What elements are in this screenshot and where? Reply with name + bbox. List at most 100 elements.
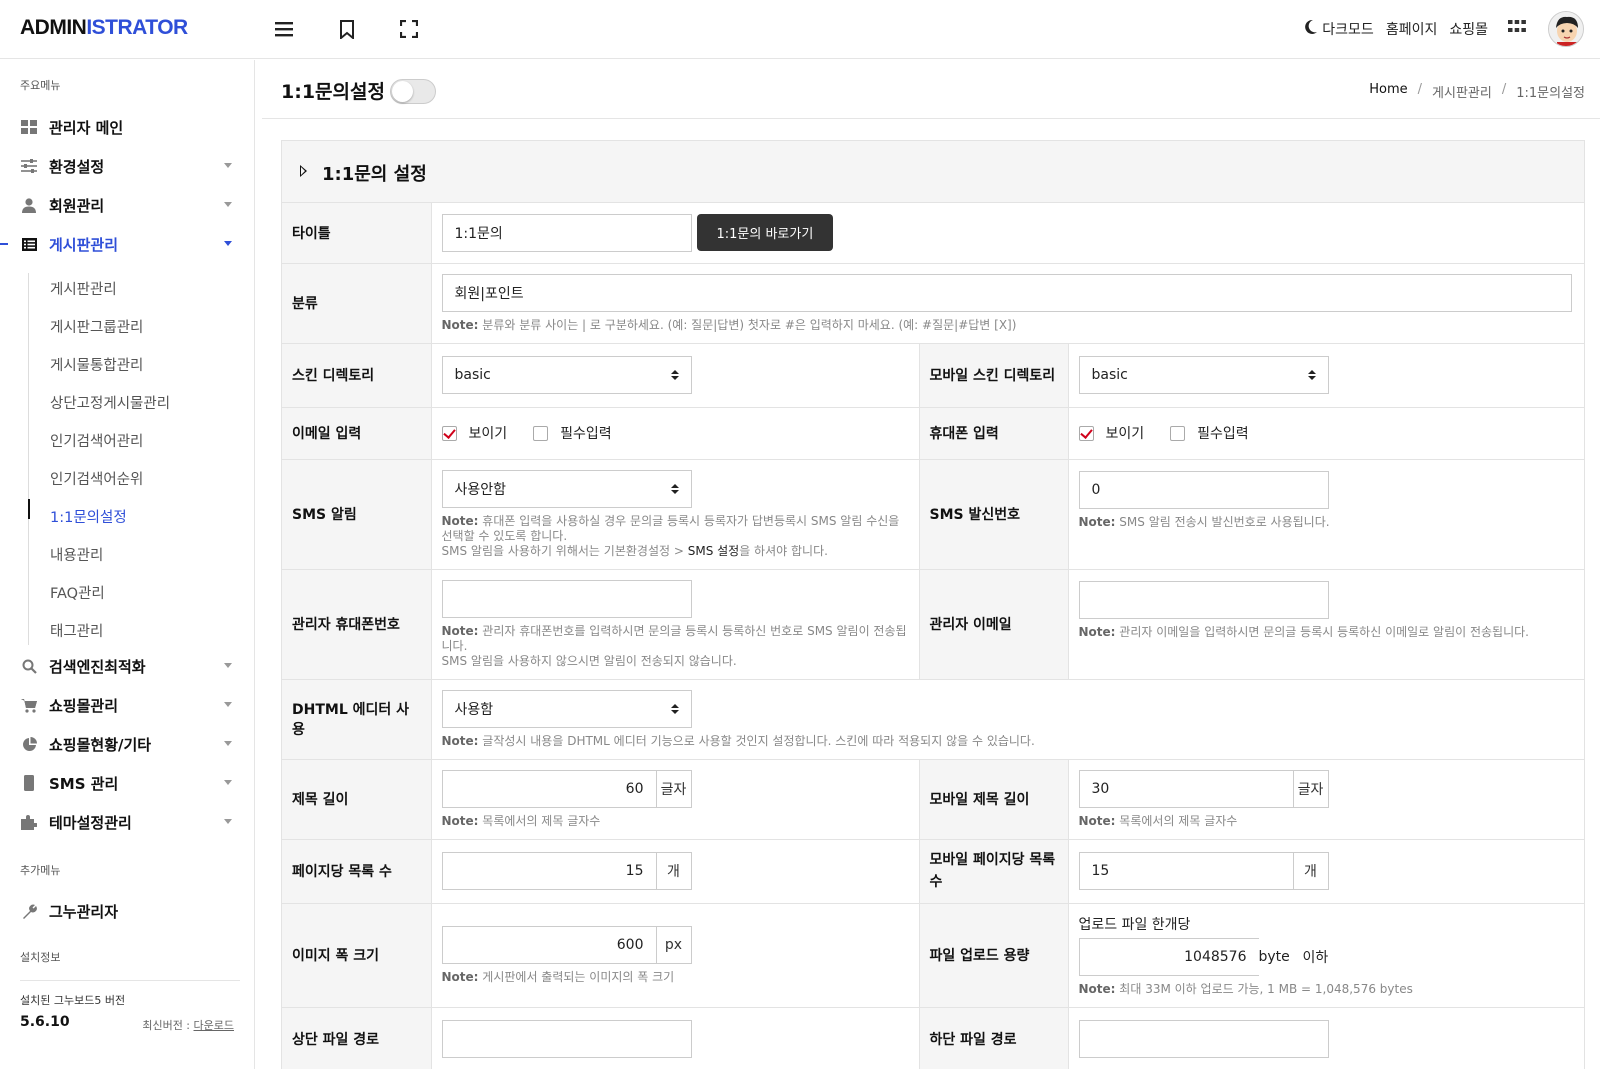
mobile-subject-length-unit: 글자	[1292, 769, 1329, 808]
admin-phone-input[interactable]	[441, 579, 692, 618]
row-title: 타이틀 1:1문의 1:1문의 바로가기	[282, 203, 1585, 264]
sidebar-item-sms[interactable]: SMS 관리	[20, 770, 242, 796]
sidebar-item-shop[interactable]: 쇼핑몰관리	[20, 692, 242, 718]
row-subject-length: 제목 길이 60 글자 Note: 목록에서의 제목 글자수 모바일 제목 길이 …	[282, 759, 1585, 840]
chevron-down-icon	[224, 819, 232, 824]
sidebar-section-main: 주요메뉴	[20, 79, 61, 92]
label-subject-length: 제목 길이	[282, 759, 432, 840]
dhtml-select[interactable]: 사용함	[441, 689, 692, 728]
submenu-active-indicator	[28, 499, 30, 519]
label-mobile-page-rows: 모바일 페이지당 목록 수	[919, 839, 1069, 904]
label-mobile-skin: 모바일 스킨 디렉토리	[919, 343, 1069, 408]
moon-icon	[1304, 19, 1318, 39]
qa-shortcut-button[interactable]: 1:1문의 바로가기	[696, 214, 834, 252]
sidebar-item-admin-main[interactable]: 관리자 메인	[20, 114, 242, 140]
mobile-skin-select[interactable]: basic	[1078, 356, 1329, 394]
head-file-input[interactable]	[441, 1020, 692, 1058]
breadcrumb: Home / 게시판관리 / 1:1문의설정	[1369, 82, 1585, 101]
logo[interactable]: ADMINISTRATOR	[20, 16, 188, 40]
skin-select[interactable]: basic	[441, 356, 692, 394]
row-image-upload: 이미지 폭 크기 600 px Note: 게시판에서 출력되는 이미지의 폭 크…	[282, 903, 1585, 1008]
user-icon	[20, 196, 38, 214]
chevron-down-icon	[224, 241, 232, 246]
submenu-item-keyword-ranking[interactable]: 인기검색어순위	[50, 468, 143, 489]
sliders-icon	[20, 157, 38, 175]
admin-phone-note: Note: 관리자 휴대폰번호를 입력하시면 문의글 등록시 등록하신 번호로 …	[441, 623, 907, 668]
category-input[interactable]: 회원|포인트	[441, 273, 1572, 312]
label-mobile-subject-length: 모바일 제목 길이	[919, 759, 1069, 840]
sidebar-item-gnu-admin[interactable]: 그누관리자	[20, 898, 242, 924]
panel-header[interactable]: 1:1문의 설정	[282, 141, 1584, 203]
version-label: 설치된 그누보드5 버전	[20, 994, 126, 1007]
mobile-subject-length-input[interactable]: 30	[1078, 769, 1293, 808]
submenu-item-popular-keywords[interactable]: 인기검색어관리	[50, 430, 143, 451]
sms-select[interactable]: 사용안함	[441, 469, 692, 508]
sidebar-item-settings[interactable]: 환경설정	[20, 153, 242, 179]
email-show-checkbox[interactable]	[441, 425, 457, 441]
title-input[interactable]: 1:1문의	[441, 213, 692, 252]
homepage-link[interactable]: 홈페이지	[1386, 19, 1438, 39]
upload-size-input[interactable]: 1048576	[1078, 937, 1259, 976]
breadcrumb-board[interactable]: 게시판관리	[1432, 82, 1492, 101]
select-arrows-icon	[1307, 370, 1316, 380]
sms-sender-input[interactable]: 0	[1078, 470, 1329, 509]
sidebar: 주요메뉴 관리자 메인 환경설정 회원관리 게시판관리 게시판관리 게시판그룹관…	[0, 60, 255, 1069]
breadcrumb-current: 1:1문의설정	[1516, 86, 1585, 101]
sidebar-item-seo[interactable]: 검색엔진최적화	[20, 653, 242, 679]
chevron-down-icon	[224, 202, 232, 207]
shop-link[interactable]: 쇼핑몰	[1449, 19, 1488, 39]
divider	[20, 980, 240, 981]
menu-icon[interactable]	[272, 17, 296, 41]
upload-size-suffix: 이하	[1302, 949, 1329, 966]
breadcrumb-home[interactable]: Home	[1369, 82, 1407, 101]
row-dhtml: DHTML 에디터 사용 사용함 Note: 글작성시 내용을 DHTML 에디…	[282, 679, 1585, 760]
row-admin-contact: 관리자 휴대폰번호 Note: 관리자 휴대폰번호를 입력하시면 문의글 등록시…	[282, 569, 1585, 680]
chevron-down-icon	[224, 702, 232, 707]
submenu-item-pinned-posts[interactable]: 상단고정게시물관리	[50, 392, 170, 413]
download-link[interactable]: 다운로드	[194, 1019, 234, 1032]
apps-grid-icon[interactable]	[1508, 20, 1526, 38]
tail-file-input[interactable]	[1078, 1020, 1329, 1058]
image-width-input[interactable]: 600	[441, 925, 656, 964]
mobile-page-rows-input[interactable]: 15	[1078, 852, 1293, 890]
sidebar-item-members[interactable]: 회원관리	[20, 192, 242, 218]
subject-length-input[interactable]: 60	[441, 769, 656, 808]
submenu-item-board-group[interactable]: 게시판그룹관리	[50, 316, 143, 337]
submenu-item-content[interactable]: 내용관리	[50, 544, 103, 565]
fullscreen-icon[interactable]	[397, 17, 421, 41]
label-image-width: 이미지 폭 크기	[282, 903, 432, 1008]
phone-show-checkbox[interactable]	[1078, 425, 1094, 441]
label-title: 타이틀	[282, 203, 432, 264]
sidebar-item-board[interactable]: 게시판관리	[20, 231, 242, 257]
row-skin: 스킨 디렉토리 basic 모바일 스킨 디렉토리 basic	[282, 343, 1585, 408]
page-title: 1:1문의설정	[281, 81, 385, 103]
subject-length-unit: 글자	[655, 769, 692, 808]
sms-sender-note: Note: SMS 알림 전송시 발신번호로 사용됩니다.	[1078, 514, 1330, 529]
submenu-item-qa-config[interactable]: 1:1문의설정	[50, 506, 127, 527]
upload-caption: 업로드 파일 한개당	[1078, 916, 1191, 933]
phone-required-checkbox[interactable]	[1170, 425, 1186, 441]
row-page-rows: 페이지당 목록 수 15 개 모바일 페이지당 목록 수 15 개	[282, 839, 1585, 904]
select-arrows-icon	[670, 370, 679, 380]
submenu-item-post-integrated[interactable]: 게시물통합관리	[50, 354, 143, 375]
cart-icon	[20, 696, 38, 714]
search-icon	[20, 657, 38, 675]
sidebar-item-shop-status[interactable]: 쇼핑몰현황/기타	[20, 731, 242, 757]
submenu-item-board-manage[interactable]: 게시판관리	[50, 278, 117, 299]
page-toggle[interactable]	[390, 79, 436, 104]
avatar[interactable]	[1548, 11, 1584, 47]
admin-email-input[interactable]	[1078, 580, 1329, 619]
submenu-line	[28, 273, 30, 645]
submenu-item-faq[interactable]: FAQ관리	[50, 582, 105, 603]
dark-mode-toggle[interactable]: 다크모드	[1304, 19, 1374, 39]
submenu-item-tags[interactable]: 태그관리	[50, 620, 103, 641]
label-dhtml: DHTML 에디터 사용	[282, 679, 432, 760]
sidebar-item-theme[interactable]: 테마설정관리	[20, 809, 242, 835]
category-note: Note: 분류와 분류 사이는 | 로 구분하세요. (예: 질문|답변) 첫…	[441, 317, 1017, 332]
email-required-checkbox[interactable]	[533, 425, 549, 441]
header-right: 다크모드 홈페이지 쇼핑몰	[1304, 10, 1584, 48]
page-rows-input[interactable]: 15	[441, 852, 656, 890]
label-sms: SMS 알림	[282, 459, 432, 570]
bookmark-icon[interactable]	[335, 17, 359, 41]
sidebar-section-install: 설치정보	[20, 951, 61, 964]
